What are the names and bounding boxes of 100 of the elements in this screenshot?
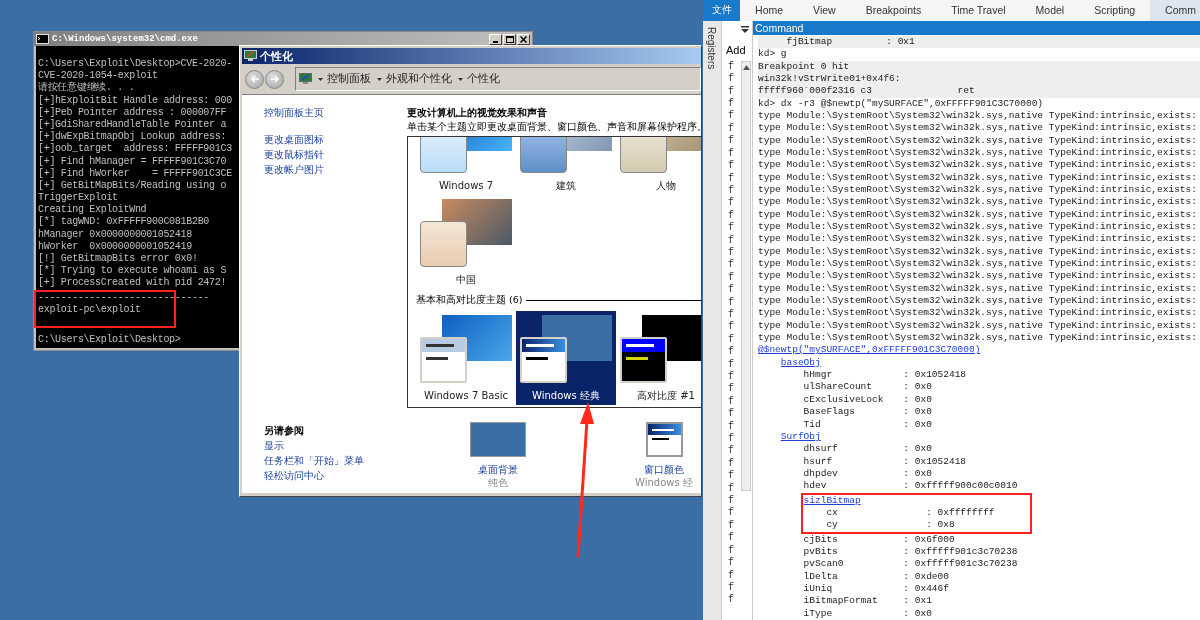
- setting-label: 桌面背景: [478, 463, 518, 476]
- breadcrumb-item[interactable]: 外观和个性化: [386, 72, 452, 86]
- side-tab[interactable]: Registers: [706, 26, 717, 70]
- field-name: cjBits: [803, 533, 839, 546]
- output-line: type Module:\SystemRoot\System32\win32k.sys,native TypeKind:intrinsic,exists:: [758, 109, 1197, 123]
- console-line: [*] Trying to execute whoami as S: [38, 265, 227, 277]
- console-line: C:\Users\Exploit\Desktop>CVE-2020-: [38, 58, 232, 70]
- panel-row: f: [728, 358, 734, 371]
- window-title: C:\Windows\system32\cmd.exe: [52, 34, 198, 44]
- close-icon: [520, 35, 527, 43]
- field-name: hdev: [803, 480, 828, 493]
- output-line: type Module:\SystemRoot\System32\win32k.sys,native TypeKind:intrinsic,exists:: [758, 282, 1197, 296]
- sidebar-link[interactable]: 更改鼠标指针: [264, 147, 324, 162]
- tree-node-link[interactable]: SurfObj: [780, 430, 821, 442]
- breadcrumb-item[interactable]: 个性化: [467, 72, 500, 86]
- console-icon: [36, 34, 49, 44]
- breadcrumb-item[interactable]: 控制面板: [327, 72, 371, 86]
- ribbon-tab[interactable]: Model: [1020, 0, 1080, 21]
- see-also-link[interactable]: 任务栏和「开始」菜单: [264, 453, 364, 468]
- output-line: type Module:\SystemRoot\System32\win32k.sys,native TypeKind:intrinsic,exists:: [758, 196, 1197, 209]
- panel-row: f: [728, 408, 734, 421]
- ribbon-tab[interactable]: Comm: [1150, 0, 1200, 21]
- theme-item[interactable]: Windows 经典: [516, 311, 616, 405]
- ribbon-tab[interactable]: Scripting: [1079, 0, 1151, 21]
- sidebar-link[interactable]: 更改桌面图标: [264, 132, 324, 147]
- maximize-button[interactable]: [503, 33, 516, 45]
- theme-item[interactable]: Windows 7: [416, 137, 516, 195]
- see-also-link[interactable]: 显示: [264, 438, 284, 453]
- field-value: : 0x1: [886, 35, 915, 47]
- panel-row: f: [728, 445, 734, 458]
- panel-row: f: [728, 135, 734, 148]
- tree-node-link[interactable]: baseObj: [780, 356, 821, 368]
- caret-icon[interactable]: [318, 77, 323, 81]
- console-line: [+]GdiSharedHandleTable Pointer a: [38, 118, 227, 131]
- output-line: type Module:\SystemRoot\System32\win32k.sys,native TypeKind:intrinsic,exists:: [758, 208, 1197, 221]
- sidebar-link[interactable]: 控制面板主页: [264, 105, 324, 120]
- output-line: type Module:\SystemRoot\System32\win32k.sys,native TypeKind:intrinsic,exists:: [758, 122, 1197, 135]
- panel-row: f: [728, 470, 734, 483]
- caret-icon[interactable]: [458, 77, 463, 81]
- panel-row-text: f: [728, 184, 734, 197]
- theme-setting-link[interactable]: 窗口颜色 Windows 经: [629, 422, 699, 489]
- output-line: type Module:\SystemRoot\System32\win32k.sys,native TypeKind:intrinsic,exists:: [758, 221, 1197, 234]
- theme-item[interactable]: Windows 7 Basic: [416, 311, 516, 405]
- panel-row-text: f: [728, 433, 734, 445]
- back-arrow-icon: [249, 75, 260, 83]
- panel-row-text: f: [728, 85, 734, 98]
- back-button[interactable]: [245, 69, 264, 89]
- field-value: : 0xfffff901c3c70238: [903, 558, 1018, 570]
- ribbon-tab[interactable]: 文件: [703, 0, 741, 21]
- panel-row-text: f: [728, 147, 734, 160]
- panel-row-text: f: [728, 395, 734, 408]
- minimize-button[interactable]: [489, 33, 502, 45]
- maximize-icon: [505, 35, 514, 43]
- field-name: dhsurf: [803, 443, 839, 456]
- scroll-up-icon[interactable]: [742, 64, 750, 70]
- tree-node-link[interactable]: @$newtp("mySURFACE",0xFFFFF901C3C70000): [758, 344, 981, 356]
- tree-node-link[interactable]: sizlBitmap: [803, 494, 861, 506]
- page-description: 单击某个主题立即更改桌面背景、窗口颜色、声音和屏幕保护程序。: [407, 120, 701, 134]
- field-value: : 0x1052418: [903, 455, 967, 467]
- field-name: cy: [826, 519, 839, 532]
- console-line: ------------------------------: [38, 291, 210, 304]
- field-value: : 0x0: [903, 467, 932, 479]
- field-value: : 0xfffff901c3c70238: [903, 545, 1018, 557]
- caret-icon[interactable]: [377, 77, 382, 81]
- theme-name: Windows 经典: [532, 389, 600, 403]
- close-button[interactable]: [517, 33, 530, 45]
- dropdown-icon[interactable]: [741, 25, 749, 33]
- panel-row: f: [728, 346, 734, 359]
- theme-name: Windows 7: [438, 179, 494, 193]
- monitor-icon: [244, 50, 257, 62]
- panel-row: f: [728, 222, 734, 235]
- forward-button[interactable]: [265, 69, 284, 89]
- ribbon-tab[interactable]: Home: [740, 0, 799, 21]
- ribbon-tab[interactable]: Breakpoints: [850, 0, 937, 21]
- field-value: : 0xffffffff: [926, 506, 995, 518]
- output-line: type Module:\SystemRoot\System32\win32k.sys,native TypeKind:intrinsic,exists:: [758, 258, 1197, 271]
- console-prompt: C:\Users\Exploit\Desktop>: [38, 333, 181, 347]
- panel-row-text: f: [728, 581, 734, 594]
- output-line: type Module:\SystemRoot\System32\win32k.sys,native TypeKind:intrinsic,exists:: [758, 307, 1197, 320]
- output-line: type Module:\SystemRoot\System32\win32k.sys,native TypeKind:intrinsic,exists:: [758, 159, 1197, 172]
- panel-row-text: f: [728, 519, 734, 532]
- output-line: type Module:\SystemRoot\System32\win32k.sys,native TypeKind:intrinsic,exists:: [758, 233, 1197, 246]
- theme-item[interactable]: 建筑: [516, 137, 616, 195]
- field-name: ulShareCount: [803, 381, 873, 394]
- console-line: TriggerExploit: [38, 192, 118, 204]
- see-also-link[interactable]: 轻松访问中心: [264, 468, 324, 483]
- ribbon-tab[interactable]: View: [798, 0, 851, 21]
- console-line: [+] Find hManager = FFFFF901C3C70: [38, 155, 227, 168]
- scrollbar[interactable]: [741, 60, 751, 491]
- ribbon-tab[interactable]: Time Travel: [936, 0, 1021, 21]
- console-line: exploit-pc\exploit: [38, 303, 141, 316]
- see-also-heading: 另请参阅: [264, 424, 304, 438]
- theme-setting-link[interactable]: 桌面背景 纯色: [463, 422, 533, 489]
- panel-row-text: f: [728, 209, 734, 222]
- theme-item[interactable]: 中国: [416, 195, 516, 289]
- sidebar-link[interactable]: 更改帐户图片: [264, 162, 324, 177]
- panel-row-text: f: [728, 457, 734, 470]
- field-value: : 0x0: [903, 406, 932, 418]
- panel-row-text: f: [728, 495, 734, 507]
- field-name: fjBitmap: [786, 35, 834, 49]
